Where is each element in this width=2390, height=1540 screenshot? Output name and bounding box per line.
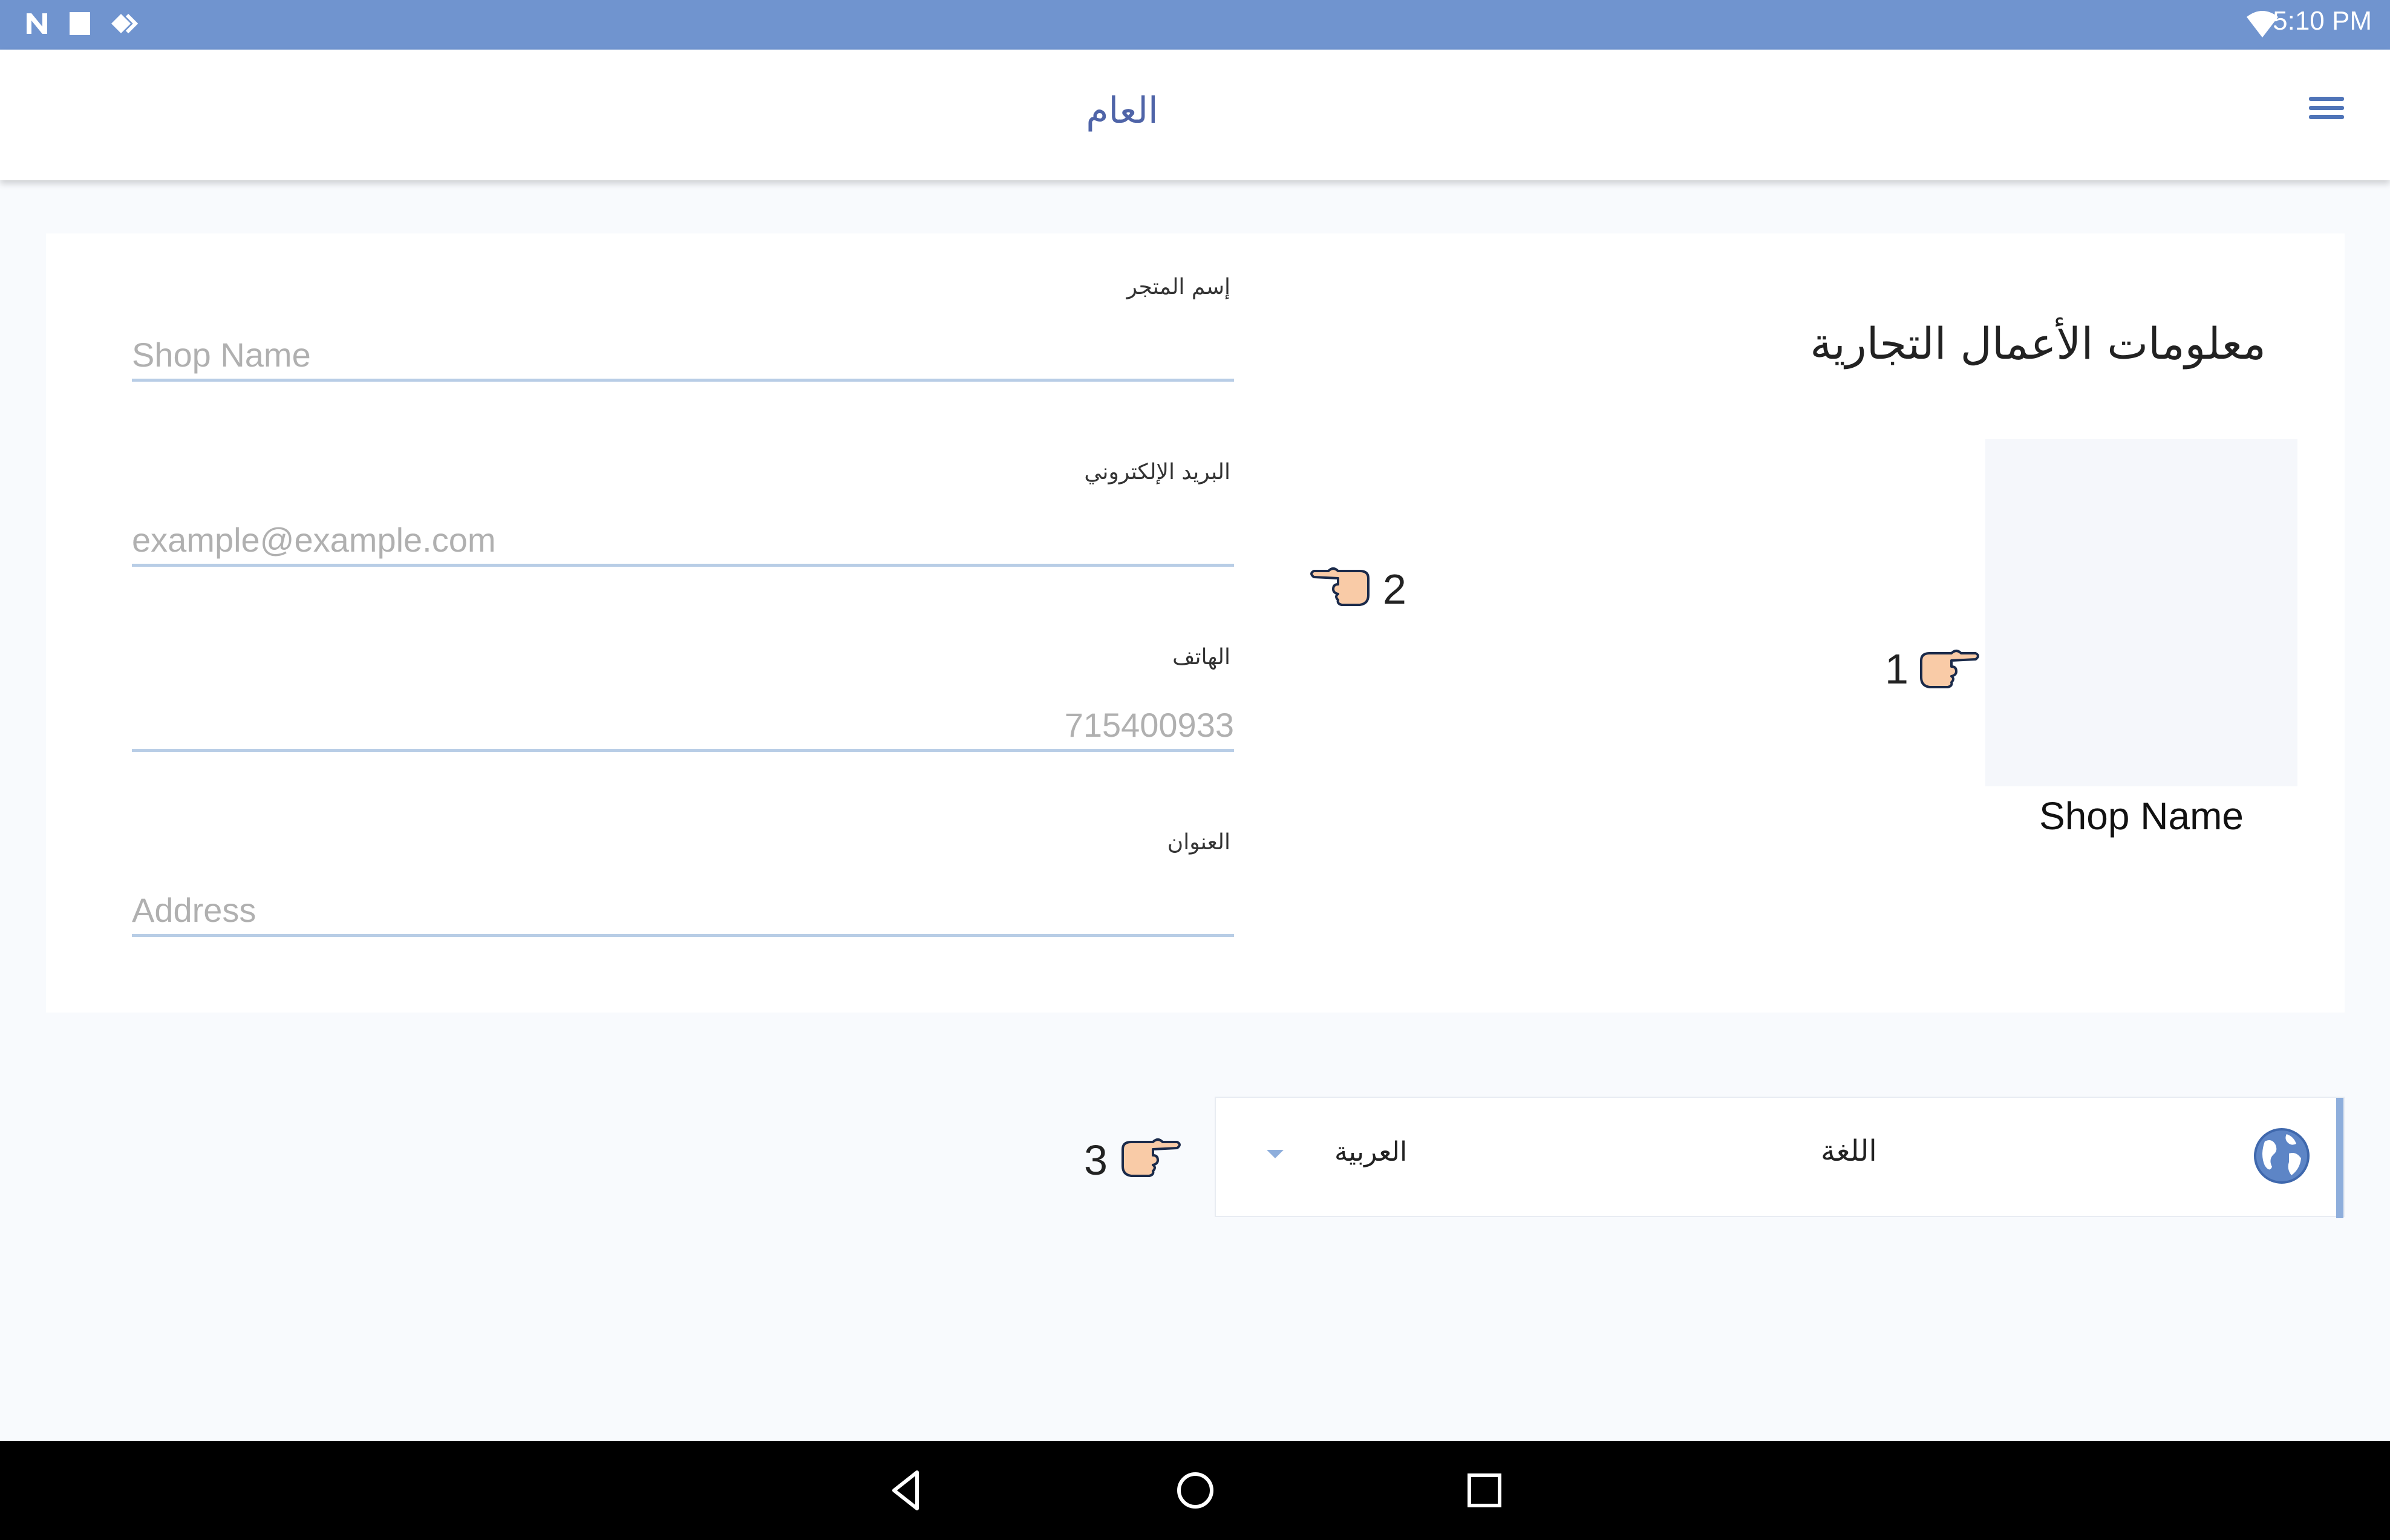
phone-label: الهاتف [1172, 645, 1230, 670]
language-row-accent [2336, 1098, 2343, 1218]
annotation-number-3: 3 [1084, 1137, 1108, 1184]
phone-input[interactable] [132, 700, 1234, 752]
pointing-hand-left-icon [1310, 567, 1370, 606]
back-icon [892, 1470, 919, 1510]
notification-n-icon [27, 13, 47, 34]
home-button[interactable] [1171, 1466, 1219, 1515]
status-time: 5:10 PM [2273, 6, 2372, 36]
pointing-hand-right-icon [1920, 650, 1979, 688]
chevron-down-icon[interactable] [1267, 1150, 1284, 1158]
pointing-hand-right-icon [1122, 1138, 1181, 1177]
annotation-number-2: 2 [1383, 566, 1406, 613]
back-button[interactable] [886, 1466, 928, 1515]
notification-diamond-icon [111, 13, 139, 34]
language-select[interactable]: العربية [1334, 1137, 1407, 1167]
app-bar: العام [0, 50, 2390, 180]
address-input[interactable] [132, 886, 1234, 937]
navigation-bar [0, 1441, 2390, 1540]
email-input[interactable] [132, 515, 1234, 567]
menu-icon [2309, 97, 2344, 101]
home-icon [1177, 1472, 1213, 1509]
menu-button[interactable] [2309, 92, 2348, 131]
email-label: البريد الإلكتروني [1084, 460, 1230, 485]
business-info-title: معلومات الأعمال التجارية [1810, 318, 2266, 369]
page-title: العام [1086, 90, 1158, 132]
shop-display-name: Shop Name [2039, 794, 2244, 838]
status-bar: 5:10 PM [0, 0, 2390, 50]
notification-square-icon [70, 12, 90, 35]
language-row[interactable]: العربية اللغة [1215, 1097, 2345, 1218]
language-label: اللغة [1821, 1134, 1877, 1168]
shop-name-label: إسم المتجر [1126, 275, 1230, 299]
recents-button[interactable] [1460, 1466, 1509, 1515]
annotation-number-1: 1 [1885, 645, 1908, 693]
recents-icon [1468, 1473, 1501, 1507]
shop-logo-picker[interactable] [1985, 439, 2297, 786]
globe-icon [2254, 1128, 2310, 1184]
shop-name-input[interactable] [132, 330, 1234, 382]
address-label: العنوان [1167, 830, 1230, 855]
